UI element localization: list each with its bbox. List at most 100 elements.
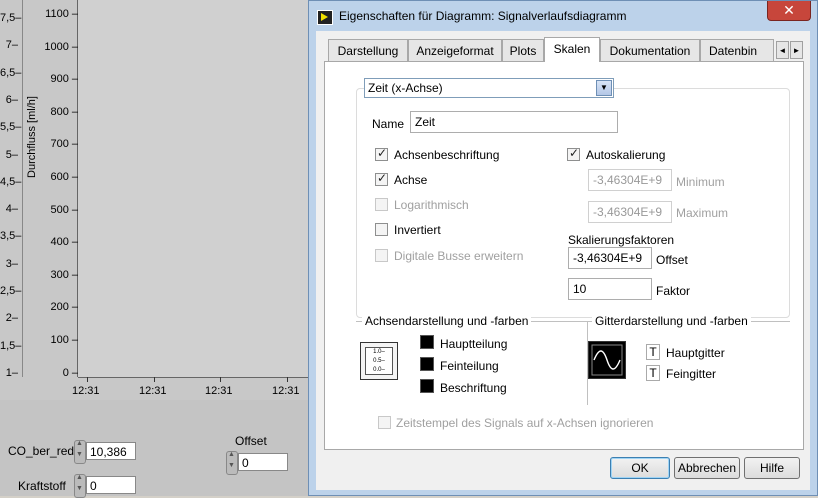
major-tick-label: Hauptteilung xyxy=(440,337,508,351)
axis-name-field[interactable]: Zeit xyxy=(410,111,618,133)
y-tick-label: 400 – xyxy=(50,236,78,249)
y-tick-label: 800 – xyxy=(50,105,78,118)
minor-tick-color-swatch[interactable] xyxy=(420,357,434,371)
kraftstoff-label: Kraftstoff xyxy=(18,479,66,493)
y-tick-label: 900 – xyxy=(50,73,78,86)
minor-grid-color-swatch[interactable]: T xyxy=(646,365,660,381)
dialog-client-area: Darstellung Anzeigeformat Plots Skalen D… xyxy=(316,31,810,490)
co-ber-red-field[interactable]: 10,386 xyxy=(86,442,136,460)
scale-style-icon[interactable]: 1.0– 0.5– 0.0– xyxy=(360,342,398,380)
co-ber-red-label: CO_ber_red xyxy=(8,444,75,458)
tab-datenbindung[interactable]: Datenbin xyxy=(700,39,774,61)
maximum-label: Maximum xyxy=(676,206,729,220)
minor-tick-label: Feinteilung xyxy=(440,359,499,373)
major-grid-color-swatch[interactable]: T xyxy=(646,344,660,360)
maximum-field: -3,46304E+9 xyxy=(588,201,672,223)
offset-spinner[interactable] xyxy=(226,451,238,475)
marker-text-label: Beschriftung xyxy=(440,381,507,395)
secondary-y-tick-label: 5,5– xyxy=(0,121,22,134)
y-tick-label: 100 – xyxy=(50,334,78,346)
kraftstoff-field[interactable]: 0 xyxy=(86,476,136,494)
x-tick-label: 12:31 xyxy=(272,385,300,397)
secondary-y-tick-label: 2– xyxy=(5,312,18,325)
inverted-checkbox-label: Invertiert xyxy=(394,223,441,237)
y-axis-line xyxy=(77,0,78,377)
scaling-factor-label: Faktor xyxy=(656,284,691,298)
scale-icon-tick: 0.0– xyxy=(373,367,385,373)
tab-skalen[interactable]: Skalen xyxy=(544,37,600,62)
kraftstoff-spinner[interactable] xyxy=(74,474,86,498)
labview-app-icon xyxy=(317,10,333,25)
close-button[interactable]: ✕ xyxy=(767,1,811,21)
marker-text-color-swatch[interactable] xyxy=(420,379,434,393)
x-tick-mark xyxy=(220,377,221,382)
tab-anzeigeformat[interactable]: Anzeigeformat xyxy=(408,39,502,61)
secondary-y-tick-label: 7,5– xyxy=(0,12,22,24)
name-label: Name xyxy=(372,117,405,131)
tab-darstellung[interactable]: Darstellung xyxy=(328,39,408,61)
cancel-button[interactable]: Abbrechen xyxy=(674,457,740,479)
properties-dialog: Eigenschaften für Diagramm: Signalverlau… xyxy=(308,0,818,496)
offset-field[interactable]: 0 xyxy=(238,453,288,471)
y-tick-label: 1000 – xyxy=(44,40,78,53)
y-tick-label: 700 – xyxy=(50,138,78,151)
waveform-plot-area[interactable] xyxy=(78,0,308,377)
scale-style-icon-inner: 1.0– 0.5– 0.0– xyxy=(365,347,393,375)
ignore-timestamp-label: Zeitstempel des Signals auf x-Achsen ign… xyxy=(396,416,654,430)
axis-select[interactable]: Zeit (x-Achse) ▼ xyxy=(364,78,614,98)
x-tick-mark xyxy=(287,377,288,382)
chevron-down-icon[interactable]: ▼ xyxy=(596,80,612,96)
y-tick-label: 600 – xyxy=(50,171,78,183)
scaling-offset-field[interactable]: -3,46304E+9 xyxy=(568,247,652,269)
x-tick-label: 12:31 xyxy=(72,385,100,397)
secondary-y-axis-line xyxy=(22,0,23,377)
autoscale-checkbox-label: Autoskalierung xyxy=(586,148,666,162)
autoscale-checkbox[interactable] xyxy=(567,146,580,161)
expand-digital-buses-checkbox xyxy=(375,249,388,262)
secondary-y-tick-label: 3,5– xyxy=(0,230,22,243)
y-tick-label: 200 – xyxy=(50,301,78,314)
minimum-label: Minimum xyxy=(676,175,725,189)
tab-dokumentation[interactable]: Dokumentation xyxy=(600,39,700,61)
axis-label-checkbox-label: Achsenbeschriftung xyxy=(394,148,500,162)
grid-style-icon[interactable] xyxy=(588,341,626,379)
secondary-y-tick-label: 6,5– xyxy=(0,66,22,79)
axis-label-checkbox[interactable] xyxy=(375,146,388,161)
y-axis-label: Durchfluss [ml/h] xyxy=(26,96,38,178)
scaling-factor-field[interactable]: 10 xyxy=(568,278,652,300)
secondary-y-tick-label: 4,5– xyxy=(0,175,22,188)
minor-grid-label: Feingitter xyxy=(666,367,717,381)
secondary-y-tick-label: 7– xyxy=(5,39,18,52)
secondary-y-tick-label: 5– xyxy=(5,148,18,161)
x-axis-line xyxy=(78,377,308,378)
scale-icon-tick: 0.5– xyxy=(373,358,385,364)
secondary-y-tick-label: 6– xyxy=(5,93,18,106)
x-tick-mark xyxy=(154,377,155,382)
x-tick-label: 12:31 xyxy=(205,385,233,397)
tab-scroll-left-icon[interactable]: ◄ xyxy=(776,41,789,59)
ignore-timestamp-checkbox xyxy=(378,416,391,429)
axis-visible-checkbox[interactable] xyxy=(375,171,388,186)
scaling-factors-title: Skalierungsfaktoren xyxy=(568,233,675,247)
secondary-y-tick-label: 2,5– xyxy=(0,285,22,297)
major-grid-label: Hauptgitter xyxy=(666,346,725,360)
dialog-title-bar[interactable]: Eigenschaften für Diagramm: Signalverlau… xyxy=(309,1,817,31)
tab-scroll-right-icon[interactable]: ► xyxy=(790,41,803,59)
secondary-y-tick-label: 3– xyxy=(5,257,18,270)
help-button[interactable]: Hilfe xyxy=(744,457,800,479)
y-tick-label: 500 – xyxy=(50,203,78,216)
tab-plots[interactable]: Plots xyxy=(502,39,544,61)
axis-select-value: Zeit (x-Achse) xyxy=(368,81,443,95)
y-tick-label: 300 – xyxy=(50,268,78,281)
major-tick-color-swatch[interactable] xyxy=(420,335,434,349)
ok-button[interactable]: OK xyxy=(610,457,670,479)
inverted-checkbox[interactable] xyxy=(375,223,388,236)
y-tick-label: 1100 – xyxy=(45,8,78,20)
logarithmic-checkbox-label: Logarithmisch xyxy=(394,198,469,212)
co-ber-red-spinner[interactable] xyxy=(74,440,86,464)
dialog-title: Eigenschaften für Diagramm: Signalverlau… xyxy=(339,9,627,23)
expand-digital-buses-checkbox-label: Digitale Busse erweitern xyxy=(394,249,524,263)
y-tick-label: 0 – xyxy=(62,366,78,379)
scale-icon-tick: 1.0– xyxy=(373,349,385,355)
x-tick-label: 12:31 xyxy=(139,385,167,397)
